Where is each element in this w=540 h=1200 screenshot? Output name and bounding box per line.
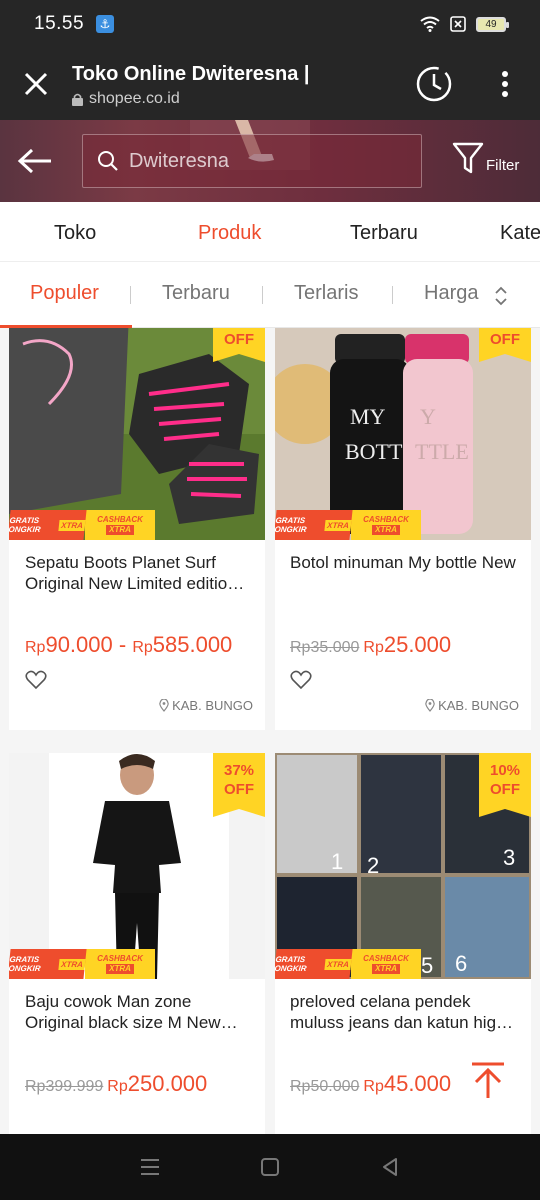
shop-banner: Dwiteresna Filter (0, 120, 540, 202)
product-name: preloved celana pendek muluss jeans dan … (290, 992, 506, 1032)
scroll-to-top-icon[interactable] (468, 1060, 508, 1100)
home-icon[interactable] (250, 1147, 290, 1187)
discount-label: 10% OFF (479, 753, 531, 817)
notification-icon: ⚓ (96, 15, 115, 33)
recent-apps-icon[interactable] (130, 1147, 170, 1187)
promo-badges: GRATIS ONGKIR XTRA CASHBACK XTRA (275, 510, 421, 540)
heart-icon[interactable] (290, 670, 312, 690)
url-text: shopee.co.id (89, 89, 180, 107)
back-icon[interactable] (370, 1147, 410, 1187)
filter-label: Filter (486, 157, 520, 174)
svg-text:Y: Y (420, 404, 436, 429)
photo-number: 2 (367, 853, 379, 878)
svg-text:MY: MY (350, 404, 386, 429)
url-display[interactable]: shopee.co.id (72, 90, 398, 108)
sort-tabs: Populer Terbaru Terlaris Harga (0, 262, 540, 328)
photo-number: 3 (503, 845, 515, 870)
shop-search-input[interactable]: Dwiteresna (82, 134, 422, 188)
filter-button[interactable]: Filter (452, 142, 519, 176)
sort-terbaru[interactable]: Terbaru (162, 282, 230, 305)
photo-number: 6 (455, 951, 467, 976)
heart-icon[interactable] (25, 670, 47, 690)
sort-divider (392, 286, 393, 304)
product-price: Rp35.000 Rp 25.000 (290, 632, 452, 657)
product-location: KAB. BUNGO (425, 698, 519, 713)
page-title: Toko Online Dwiteresna | (72, 62, 310, 85)
product-price: Rp50.000 Rp 45.000 (290, 1071, 452, 1096)
history-icon[interactable] (398, 48, 470, 120)
location-pin-icon (425, 699, 435, 712)
location-pin-icon (159, 699, 169, 712)
battery-icon: 49 (476, 16, 509, 32)
status-time: 15.55 (34, 13, 85, 34)
sort-divider (130, 286, 131, 304)
product-card[interactable]: MY BOTT Y TTLE OFF GRATIS ONGKIR XTRA CAS… (275, 328, 531, 730)
filter-icon (452, 142, 484, 174)
close-icon[interactable] (0, 48, 72, 120)
free-shipping-badge: GRATIS ONGKIR XTRA (275, 510, 353, 540)
search-placeholder: Dwiteresna (129, 149, 230, 172)
svg-text:TTLE: TTLE (415, 439, 469, 464)
photo-number: 5 (421, 953, 433, 978)
discount-label: OFF (479, 328, 531, 362)
promo-badges: GRATIS ONGKIR XTRA CASHBACK XTRA (275, 949, 421, 979)
product-grid: OFF GRATIS ONGKIR XTRA CASHBACK XTRA Sepat… (0, 328, 540, 1134)
status-bar: 15.55 ⚓ 49 (0, 0, 540, 48)
promo-badges: GRATIS ONGKIR XTRA CASHBACK XTRA (9, 949, 155, 979)
free-shipping-badge: GRATIS ONGKIR XTRA (9, 949, 87, 979)
sort-updown-icon[interactable] (494, 286, 508, 306)
sort-terlaris[interactable]: Terlaris (294, 282, 358, 305)
product-location: KAB. BUNGO (159, 698, 253, 713)
photo-number: 1 (331, 849, 343, 874)
tab-kategori[interactable]: Kate (500, 222, 540, 245)
shop-tabs: Toko Produk Terbaru Kate (0, 202, 540, 262)
back-arrow-icon[interactable] (14, 140, 56, 182)
tab-toko[interactable]: Toko (54, 222, 96, 245)
product-card[interactable]: 37% OFF GRATIS ONGKIR XTRA CASHBACK XTRA Ba… (9, 753, 265, 1134)
svg-text:BOTT: BOTT (345, 439, 403, 464)
sort-divider (262, 286, 263, 304)
system-nav-bar (0, 1134, 540, 1200)
tab-produk[interactable]: Produk (198, 222, 261, 245)
free-shipping-badge: GRATIS ONGKIR XTRA (9, 510, 87, 540)
cashback-badge: CASHBACK XTRA (351, 949, 421, 979)
discount-label: OFF (213, 328, 265, 362)
sort-populer[interactable]: Populer (30, 282, 99, 305)
free-shipping-badge: GRATIS ONGKIR XTRA (275, 949, 353, 979)
cashback-badge: CASHBACK XTRA (85, 949, 155, 979)
tab-terbaru[interactable]: Terbaru (350, 222, 418, 245)
browser-toolbar: Toko Online Dwiteresna | shopee.co.id (0, 48, 540, 120)
product-name: Sepatu Boots Planet Surf Original New Li… (25, 553, 237, 593)
sim-off-icon (450, 16, 466, 32)
lock-icon (72, 93, 83, 106)
product-name: Botol minuman My bottle New (290, 553, 516, 572)
cashback-badge: CASHBACK XTRA (351, 510, 421, 540)
cashback-badge: CASHBACK XTRA (85, 510, 155, 540)
wifi-icon (420, 16, 440, 32)
promo-badges: GRATIS ONGKIR XTRA CASHBACK XTRA (9, 510, 155, 540)
product-name: Baju cowok Man zone Original black size … (25, 992, 221, 1032)
discount-label: 37% OFF (213, 753, 265, 817)
product-card[interactable]: OFF GRATIS ONGKIR XTRA CASHBACK XTRA Sepat… (9, 328, 265, 730)
product-price: Rp 90.000 - Rp 585.000 (25, 632, 233, 657)
more-menu-icon[interactable] (470, 48, 540, 120)
product-price: Rp399.999 Rp 250.000 (25, 1071, 208, 1096)
sort-harga[interactable]: Harga (424, 282, 478, 305)
search-icon (98, 151, 118, 171)
